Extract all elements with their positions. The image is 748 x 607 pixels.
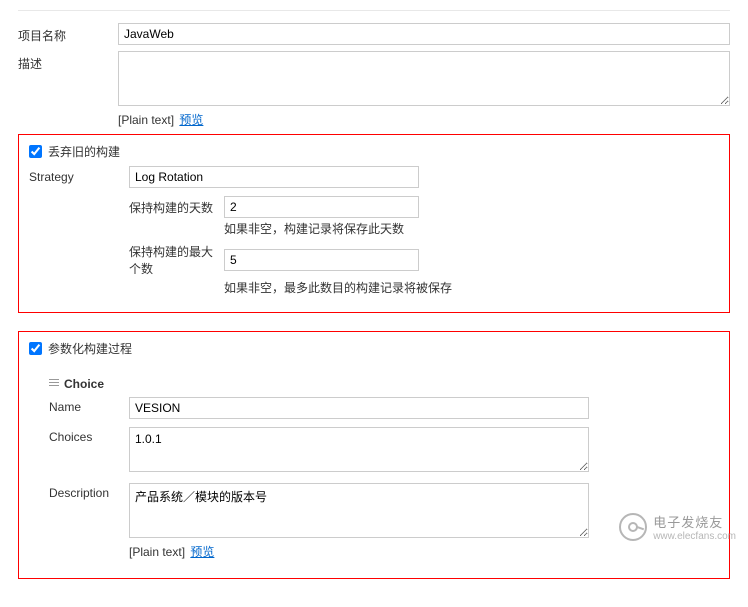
watermark: 电子发烧友 www.elecfans.com: [619, 512, 736, 542]
max-num-hint: 如果非空，最多此数目的构建记录将被保存: [224, 279, 719, 296]
choice-header: Choice: [49, 377, 719, 391]
param-preview-link[interactable]: 预览: [190, 545, 214, 559]
strategy-input[interactable]: [129, 166, 419, 188]
choice-title: Choice: [64, 377, 104, 391]
description-textarea[interactable]: [118, 51, 730, 106]
strategy-label: Strategy: [29, 166, 129, 188]
description-label: 描述: [18, 51, 118, 72]
watermark-brand: 电子发烧友: [653, 512, 736, 531]
description-row: 描述 [Plain text] 预览: [18, 51, 730, 128]
watermark-url: www.elecfans.com: [653, 531, 736, 542]
param-choices-textarea[interactable]: [129, 427, 589, 472]
watermark-icon: [619, 513, 647, 541]
parameterized-checkbox[interactable]: [29, 342, 42, 355]
discard-old-checkbox[interactable]: [29, 145, 42, 158]
days-keep-hint: 如果非空，构建记录将保存此天数: [224, 220, 719, 237]
parameterized-label: 参数化构建过程: [48, 340, 132, 357]
grip-icon[interactable]: [49, 379, 59, 389]
preview-link[interactable]: 预览: [179, 113, 203, 127]
param-name-input[interactable]: [129, 397, 589, 419]
max-num-label: 保持构建的最大个数: [129, 243, 224, 277]
project-name-label: 项目名称: [18, 23, 118, 44]
param-desc-label: Description: [49, 483, 129, 500]
param-choices-label: Choices: [49, 427, 129, 444]
param-plain-text-label: [Plain text]: [129, 545, 185, 559]
discard-old-section: 丢弃旧的构建 Strategy 保持构建的天数 如果非空，构建记录将保存此天数 …: [18, 134, 730, 313]
project-name-input[interactable]: [118, 23, 730, 45]
param-name-label: Name: [49, 397, 129, 414]
param-desc-textarea[interactable]: [129, 483, 589, 538]
days-keep-label: 保持构建的天数: [129, 199, 224, 216]
project-name-row: 项目名称: [18, 23, 730, 45]
discard-old-label: 丢弃旧的构建: [48, 143, 120, 160]
days-keep-input[interactable]: [224, 196, 419, 218]
max-num-input[interactable]: [224, 249, 419, 271]
plain-text-label: [Plain text]: [118, 113, 174, 127]
